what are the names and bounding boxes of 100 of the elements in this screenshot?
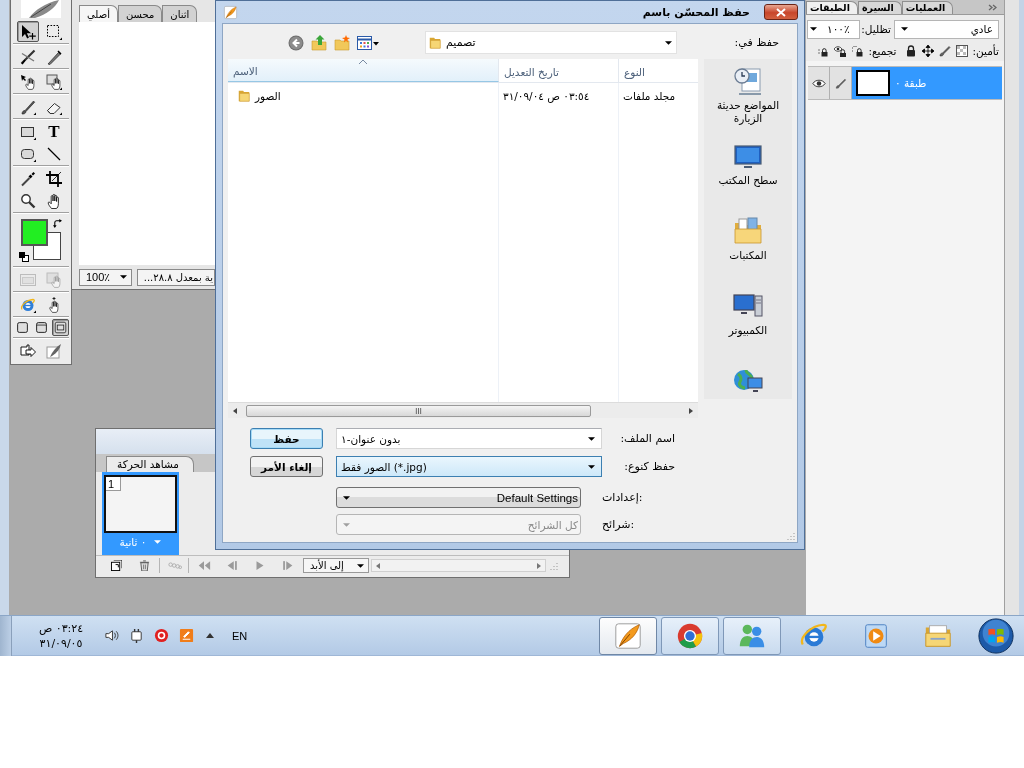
frame-delay: ٠ ثانية <box>119 536 147 548</box>
feather-logo-icon <box>21 0 61 18</box>
zoom-field[interactable]: 100٪ <box>79 268 132 286</box>
orb-icon[interactable] <box>977 616 1015 655</box>
close-icon <box>776 7 786 17</box>
close-button[interactable] <box>764 4 798 20</box>
window-frame-icon <box>20 271 36 288</box>
caret-icon <box>343 522 350 527</box>
dialog-button[interactable]: حفظ <box>250 428 323 449</box>
loop-dropdown[interactable]: إلى الأبد <box>303 558 369 573</box>
left-arrow-icon[interactable] <box>376 562 380 569</box>
view-tab[interactable]: محسن <box>117 5 163 22</box>
trash-icon[interactable] <box>139 560 150 571</box>
column-header[interactable]: النوع <box>619 59 698 82</box>
panel-tab[interactable]: الطبقات <box>806 1 858 14</box>
tool-button[interactable] <box>43 168 65 189</box>
new-frame-icon[interactable] <box>111 560 122 571</box>
brush-icon <box>20 98 36 115</box>
right-arrow-icon[interactable] <box>537 562 541 569</box>
tool-button[interactable] <box>43 71 65 92</box>
panel-tab[interactable]: مشاهد الحركة <box>106 456 194 472</box>
folder-up-arrow-icon[interactable] <box>311 34 327 51</box>
clock-date[interactable]: ٣١/٠٩/٠٥ <box>39 635 83 651</box>
e-globe-icon <box>20 296 36 313</box>
view-tab[interactable]: أصلي <box>79 5 118 22</box>
clock-time[interactable]: ٠٣:٢٤ ص <box>38 620 84 636</box>
folder-icon <box>428 35 442 50</box>
caret-icon <box>901 27 908 31</box>
field-label: اسم الملف: <box>619 432 675 445</box>
framed-square-icon <box>53 321 67 334</box>
caret-icon <box>357 563 364 568</box>
checker-icon[interactable] <box>955 45 968 57</box>
speaker-icon[interactable] <box>104 628 119 643</box>
column-header[interactable]: الاسم <box>228 59 499 82</box>
dotted-lock-icon[interactable] <box>851 45 864 57</box>
swatch-icon[interactable] <box>21 219 48 246</box>
right-arrow-icon[interactable] <box>689 407 693 414</box>
language-indicator[interactable]: EN <box>232 629 248 642</box>
save-in-field[interactable]: تصميم <box>425 31 677 54</box>
resize-grip-icon[interactable] <box>550 561 558 570</box>
left-arrow-icon[interactable] <box>233 407 237 414</box>
dropdown[interactable]: Default Settings <box>336 487 581 508</box>
padlock-icon[interactable] <box>817 45 830 57</box>
padlock-icon[interactable] <box>904 45 917 57</box>
horizontal-scrollbar[interactable] <box>228 402 698 418</box>
hand-arrow-icon <box>20 73 36 90</box>
table-cell: الصور <box>255 89 281 102</box>
resize-grip-icon[interactable] <box>787 532 795 540</box>
hand-sparkle-icon <box>46 296 62 313</box>
export-arrow-icon <box>20 342 36 359</box>
group-label: تجميع: <box>868 45 897 57</box>
lock-label: تأمين: <box>972 45 999 57</box>
place-item[interactable]: الكمبيوتر <box>706 290 790 337</box>
taskbar-button[interactable] <box>599 616 657 655</box>
tool-button[interactable] <box>17 21 39 42</box>
default-colors-icon[interactable] <box>19 252 29 262</box>
layer-thumbnail <box>856 70 890 96</box>
caret-icon[interactable] <box>154 540 162 544</box>
up-caret-icon[interactable] <box>206 633 214 638</box>
back-arrow-icon[interactable] <box>288 34 304 51</box>
swap-arrows-icon[interactable] <box>53 219 62 228</box>
blade-icon <box>46 48 62 65</box>
quill-icon <box>46 342 62 359</box>
crop-icon <box>46 170 62 187</box>
power-plug-icon[interactable] <box>129 628 144 643</box>
place-item[interactable]: المواضع حديثة الزيارة <box>706 65 790 125</box>
brush-icon[interactable] <box>938 45 951 57</box>
dialog-button[interactable]: إلغاء الأمر <box>250 456 323 477</box>
combo-box[interactable]: الصور فقط (*.jpg) <box>336 456 602 477</box>
blend-mode-dropdown[interactable]: عادي <box>894 19 999 39</box>
eye-lock-icon[interactable] <box>834 45 847 57</box>
clock-document-icon <box>732 65 764 97</box>
view-tab[interactable]: اثنان <box>162 5 198 22</box>
dashed-square-icon <box>46 23 62 40</box>
place-item[interactable]: سطح المكتب <box>706 140 790 187</box>
tool-button[interactable] <box>51 319 69 336</box>
move-arrows-icon[interactable] <box>921 45 934 57</box>
taskbar-button[interactable] <box>723 616 781 655</box>
dialog-title: حفظ المحسّن باسم <box>642 5 750 19</box>
opacity-field[interactable]: ١٠٠٪ <box>807 19 860 39</box>
app-tile-icon[interactable] <box>179 628 194 643</box>
ring-icon[interactable] <box>154 628 169 643</box>
double-chevron-icon[interactable] <box>988 3 997 11</box>
horizontal-scrollbar[interactable] <box>371 559 546 572</box>
field-label: إعدادات: <box>602 491 644 504</box>
taskbar-button[interactable] <box>661 616 719 655</box>
caret-icon <box>120 275 127 279</box>
eye-icon[interactable] <box>811 77 826 89</box>
panel-tab[interactable]: العمليات <box>901 1 954 14</box>
place-item[interactable]: المكتبات <box>706 215 790 262</box>
scrollbar-thumb[interactable] <box>246 404 591 417</box>
view-grid-icon[interactable] <box>357 34 379 51</box>
feather-icon <box>613 620 643 651</box>
caret-icon <box>588 464 595 469</box>
brush-icon[interactable] <box>833 77 848 89</box>
combo-box[interactable]: بدون عنوان-١ <box>336 428 602 449</box>
panel-tab[interactable]: السيرة <box>857 1 902 14</box>
tool-button[interactable]: T <box>43 121 65 142</box>
titled-square-icon <box>34 321 48 334</box>
table-cell: مجلد ملفات <box>623 89 676 102</box>
